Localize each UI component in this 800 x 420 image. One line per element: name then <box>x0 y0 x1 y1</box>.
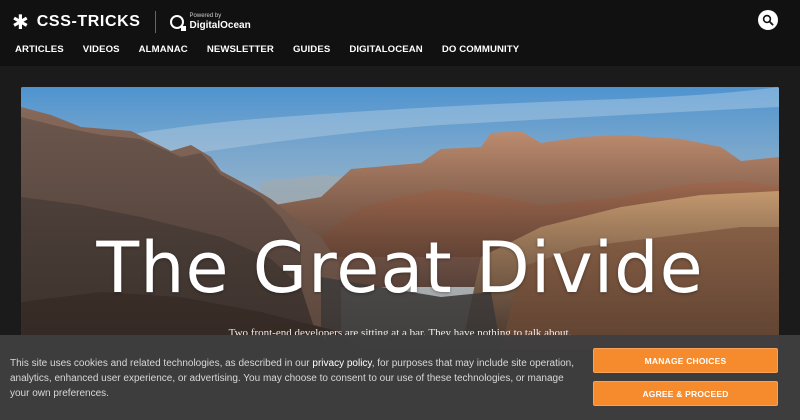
site-name: CSS-TRICKS <box>36 13 141 30</box>
logo-mark: ✱ <box>12 11 29 34</box>
agree-proceed-button[interactable]: AGREE & PROCEED <box>593 381 778 406</box>
hero-banner[interactable]: The Great Divide Two front-end developer… <box>21 87 779 349</box>
nav-item-videos[interactable]: VIDEOS <box>83 44 120 58</box>
partner-name: DigitalOcean <box>189 20 251 31</box>
cookie-text-start: This site uses cookies and related techn… <box>10 358 313 369</box>
main-nav: ARTICLES VIDEOS ALMANAC NEWSLETTER GUIDE… <box>15 44 519 58</box>
digitalocean-icon <box>169 15 186 31</box>
privacy-policy-link[interactable]: privacy policy <box>312 358 371 369</box>
article-title[interactable]: The Great Divide <box>21 227 779 309</box>
nav-item-digitalocean[interactable]: DIGITALOCEAN <box>349 44 423 58</box>
manage-choices-button[interactable]: MANAGE CHOICES <box>593 348 778 373</box>
nav-item-guides[interactable]: GUIDES <box>293 44 330 58</box>
search-button[interactable] <box>758 10 778 30</box>
site-logo[interactable]: ✱ CSS-TRICKS Powered by DigitalOcean <box>12 10 251 34</box>
digitalocean-badge[interactable]: Powered by DigitalOcean <box>169 13 251 31</box>
logo-divider <box>154 11 156 33</box>
nav-item-almanac[interactable]: ALMANAC <box>139 44 188 58</box>
cookie-banner: This site uses cookies and related techn… <box>0 335 800 420</box>
nav-item-articles[interactable]: ARTICLES <box>15 44 64 58</box>
nav-item-do-community[interactable]: DO COMMUNITY <box>442 44 519 58</box>
canyon-image <box>21 87 779 349</box>
cookie-message: This site uses cookies and related techn… <box>10 356 585 401</box>
powered-by-label: Powered by <box>189 13 222 19</box>
site-header: ✱ CSS-TRICKS Powered by DigitalOcean ART… <box>0 0 800 66</box>
search-icon <box>762 14 774 26</box>
nav-item-newsletter[interactable]: NEWSLETTER <box>207 44 274 58</box>
